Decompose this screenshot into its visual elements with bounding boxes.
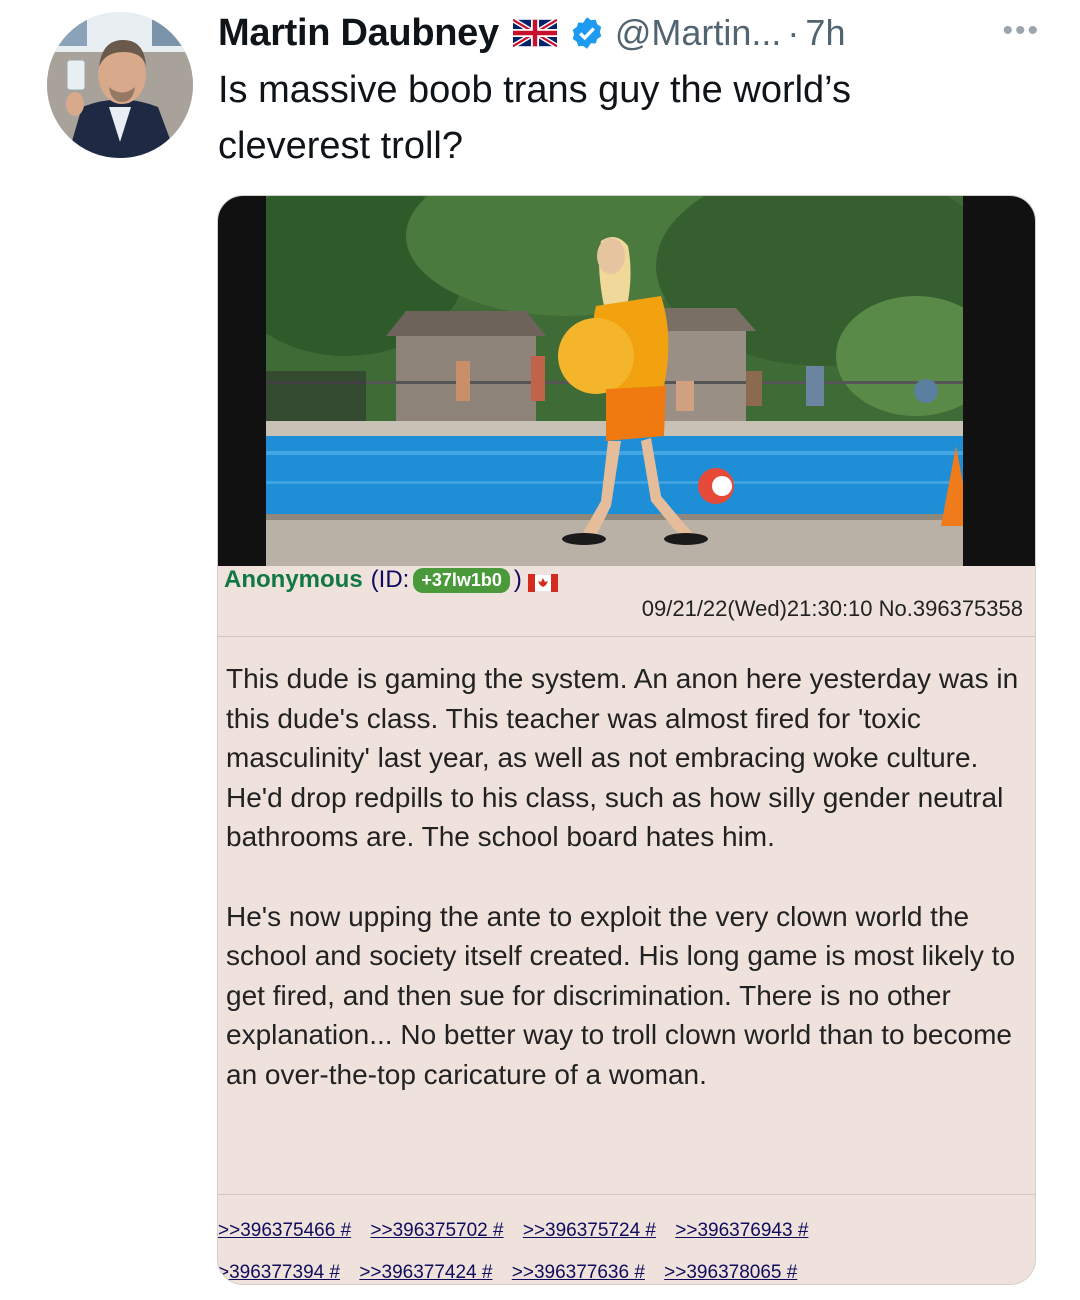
separator-dot: ·: [787, 12, 800, 53]
author-handle[interactable]: @Martin...: [615, 12, 782, 54]
tweet-text: Is massive boob trans guy the world’s cl…: [218, 69, 851, 167]
reply-row: >396377394 # >>396377424 # >>396377636 #…: [218, 1252, 1035, 1284]
reply-link[interactable]: >>396375466 #: [218, 1220, 351, 1241]
reply-link[interactable]: >>396375702 #: [370, 1220, 503, 1241]
post-id-suffix: ): [513, 566, 522, 593]
reply-link[interactable]: >396377394 #: [218, 1262, 340, 1283]
more-options-icon[interactable]: •••: [1002, 14, 1040, 48]
poster-id-badge[interactable]: +37lw1b0: [413, 567, 510, 593]
reply-link[interactable]: >>396377424 #: [359, 1262, 492, 1283]
post-body: This dude is gaming the system. An anon …: [226, 659, 1026, 1134]
canada-flag-icon: [527, 571, 559, 593]
post-header: Anonymous (ID: +37lw1b0 ) 09/21/22(Wed)2…: [218, 566, 1035, 636]
post-paragraph: He's now upping the ante to exploit the …: [226, 900, 1016, 1090]
post-name[interactable]: Anonymous: [224, 566, 363, 594]
verified-badge-icon: [569, 15, 605, 51]
reply-links: >>396375466 # >>396375702 # >>396375724 …: [218, 1210, 1035, 1284]
post-id-prefix: (ID:: [370, 566, 410, 593]
tweet-header: Martin Daubney @Martin... · 7h •••: [218, 8, 1040, 58]
media-attachment[interactable]: Anonymous (ID: +37lw1b0 ) 09/21/22(Wed)2…: [217, 195, 1036, 1285]
uk-flag-icon: [511, 17, 559, 49]
reply-row: >>396375466 # >>396375702 # >>396375724 …: [218, 1210, 1035, 1252]
tweet-time[interactable]: 7h: [805, 12, 845, 54]
reply-link[interactable]: >>396376943 #: [675, 1220, 808, 1241]
reply-link[interactable]: >>396378065 #: [664, 1262, 797, 1283]
post-date[interactable]: 09/21/22(Wed)21:30:10 No.396375358: [642, 596, 1023, 622]
replies-divider: [218, 1194, 1035, 1195]
post-divider: [218, 636, 1035, 637]
author-name[interactable]: Martin Daubney: [218, 12, 499, 55]
author-avatar[interactable]: [47, 12, 193, 158]
post-paragraph: This dude is gaming the system. An anon …: [226, 663, 1019, 852]
reply-link[interactable]: >>396375724 #: [523, 1220, 656, 1241]
pool-photo[interactable]: [218, 196, 1035, 566]
reply-link[interactable]: >>396377636 #: [512, 1262, 645, 1283]
post-meta: Anonymous (ID: +37lw1b0 ): [224, 566, 559, 594]
